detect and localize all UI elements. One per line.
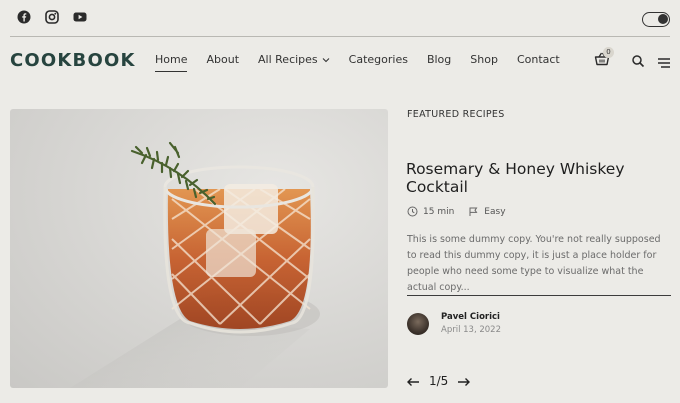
recipe-excerpt: This is some dummy copy. You're not real… — [407, 234, 661, 293]
top-bar — [0, 0, 680, 36]
arrow-right-icon[interactable] — [457, 376, 471, 386]
content-divider — [407, 295, 671, 296]
flag-icon — [468, 206, 479, 217]
main-nav: Home About All Recipes Categories Blog S… — [155, 53, 560, 72]
featured-section-label: FEATURED RECIPES — [407, 109, 505, 120]
nav-categories[interactable]: Categories — [349, 53, 408, 66]
nav-contact[interactable]: Contact — [517, 53, 560, 66]
toggle-knob-icon — [658, 14, 668, 24]
search-icon[interactable] — [631, 53, 645, 68]
site-logo[interactable]: COOKBOOK — [10, 50, 136, 71]
menu-icon[interactable] — [657, 54, 671, 68]
facebook-icon[interactable] — [17, 9, 31, 24]
social-links — [17, 9, 87, 24]
recipe-difficulty: Easy — [484, 206, 506, 217]
post-date: April 13, 2022 — [441, 325, 501, 335]
youtube-icon[interactable] — [73, 9, 87, 23]
recipe-meta: 15 min Easy — [407, 206, 506, 217]
cart-count-badge: 0 — [603, 47, 614, 58]
site-header: COOKBOOK Home About All Recipes Categori… — [0, 37, 680, 83]
avatar[interactable] — [407, 313, 429, 335]
pager-count: 1/5 — [429, 374, 449, 388]
theme-toggle[interactable] — [642, 12, 670, 27]
nav-blog[interactable]: Blog — [427, 53, 451, 66]
arrow-left-icon[interactable] — [406, 376, 420, 386]
featured-recipe-image[interactable] — [10, 109, 388, 388]
recipe-title[interactable]: Rosemary & Honey Whiskey Cocktail — [406, 160, 668, 196]
clock-icon — [407, 206, 418, 217]
slider-pager: 1/5 — [406, 374, 471, 388]
nav-all-recipes[interactable]: All Recipes — [258, 53, 318, 66]
chevron-down-icon[interactable] — [322, 53, 330, 66]
nav-about[interactable]: About — [206, 53, 239, 66]
instagram-icon[interactable] — [45, 9, 59, 24]
nav-shop[interactable]: Shop — [470, 53, 498, 66]
author-name[interactable]: Pavel Ciorici — [441, 312, 500, 322]
recipe-time: 15 min — [423, 206, 455, 217]
nav-home[interactable]: Home — [155, 53, 188, 72]
